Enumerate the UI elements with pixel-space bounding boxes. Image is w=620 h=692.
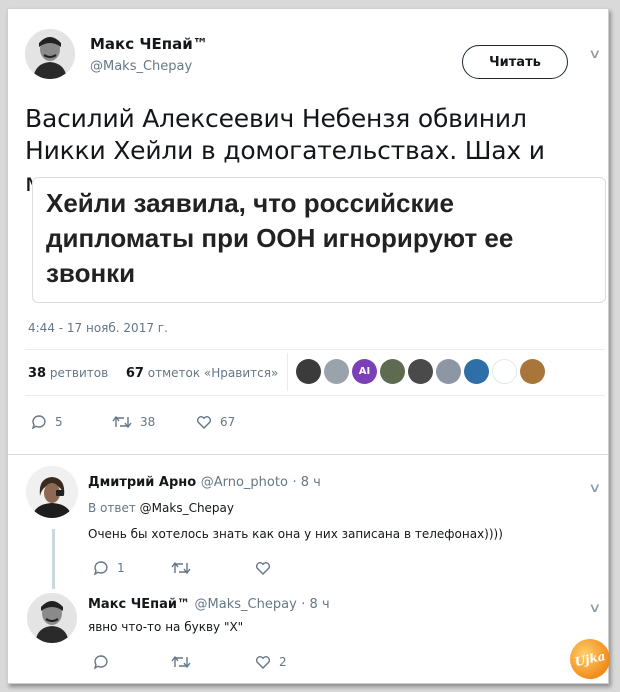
tweet-timestamp[interactable]: 4:44 - 17 нояб. 2017 г. [28, 321, 168, 335]
reply-text: явно что-то на букву "Х" [88, 620, 244, 634]
reply-to-handle[interactable]: @Maks_Chepay [140, 501, 234, 515]
reply-header: Макс ЧЕпай™ @Maks_Chepay · 8 ч [88, 597, 330, 612]
like-button[interactable] [255, 560, 279, 576]
reply-author-handle[interactable]: @Arno_photo [201, 475, 288, 490]
retweets-label[interactable]: ретвитов [50, 366, 108, 380]
retweet-icon [171, 561, 191, 575]
likers-avatars: AI [296, 359, 545, 384]
reply-author-name[interactable]: Макс ЧЕпай™ [88, 597, 190, 612]
retweet-icon [112, 415, 132, 429]
liker-avatar[interactable] [492, 359, 517, 384]
reply-count: 1 [117, 561, 125, 575]
chevron-down-icon[interactable]: ∨ [588, 47, 601, 62]
liker-avatar[interactable] [380, 359, 405, 384]
reply-icon [93, 561, 108, 576]
liker-avatar[interactable] [296, 359, 321, 384]
liker-avatar[interactable] [436, 359, 461, 384]
reply-to-prefix: В ответ [88, 501, 136, 515]
likes-label[interactable]: отметок «Нравится» [148, 366, 279, 380]
reply-icon [93, 655, 108, 670]
chevron-down-icon[interactable]: ∨ [588, 601, 601, 616]
card-headline: Хейли заявила, что российские дипломаты … [46, 188, 514, 288]
retweet-count: 38 [140, 415, 156, 429]
link-card[interactable]: Хейли заявила, что российские дипломаты … [32, 177, 606, 303]
reply-button[interactable]: 1 [93, 560, 125, 576]
reply-to-line: В ответ @Maks_Chepay [88, 501, 234, 515]
heart-icon [196, 416, 212, 429]
reply-count: 5 [55, 415, 63, 429]
liker-avatar[interactable] [520, 359, 545, 384]
follow-button[interactable]: Читать [462, 45, 568, 79]
divider [287, 353, 288, 391]
reply-avatar[interactable] [27, 593, 77, 643]
divider [25, 395, 605, 396]
like-button[interactable]: 2 [255, 654, 287, 670]
liker-avatar[interactable] [324, 359, 349, 384]
heart-icon [255, 562, 271, 575]
chevron-down-icon[interactable]: ∨ [588, 481, 601, 496]
reply-button[interactable]: 5 [31, 414, 63, 430]
liker-avatar[interactable] [464, 359, 489, 384]
tweet-frame: Макс ЧЕпай™ @Maks_Chepay Читать ∨ Васили… [7, 8, 614, 684]
reply-author-name[interactable]: Дмитрий Арно [88, 475, 196, 490]
retweet-button[interactable] [171, 560, 199, 576]
reply-header: Дмитрий Арно @Arno_photo · 8 ч [88, 475, 321, 490]
divider [8, 454, 608, 455]
liker-avatar[interactable]: AI [352, 359, 377, 384]
reply-author-handle[interactable]: @Maks_Chepay [195, 597, 297, 612]
likes-count[interactable]: 67 [126, 366, 144, 381]
author-handle[interactable]: @Maks_Chepay [90, 59, 192, 74]
retweet-icon [171, 655, 191, 669]
retweets-count[interactable]: 38 [28, 366, 46, 381]
thread-connector [52, 529, 55, 589]
retweet-button[interactable] [171, 654, 199, 670]
author-avatar[interactable] [25, 29, 75, 79]
like-count: 67 [220, 415, 236, 429]
liker-avatar[interactable] [408, 359, 433, 384]
retweet-button[interactable]: 38 [112, 414, 155, 430]
reply-avatar[interactable] [26, 466, 78, 518]
like-count: 2 [279, 655, 287, 669]
author-name[interactable]: Макс ЧЕпай™ [90, 35, 208, 53]
heart-icon [255, 656, 271, 669]
reply-text: Очень бы хотелось знать как она у них за… [88, 527, 503, 541]
reply-time[interactable]: · 8 ч [301, 597, 329, 612]
watermark-logo: Ujka [566, 635, 614, 683]
divider [25, 349, 605, 350]
reply-time[interactable]: · 8 ч [292, 475, 320, 490]
reply-icon [31, 415, 46, 430]
like-button[interactable]: 67 [196, 414, 235, 430]
reply-button[interactable] [93, 654, 117, 670]
engagement-stats: 38 ретвитов 67 отметок «Нравится» [28, 366, 278, 381]
